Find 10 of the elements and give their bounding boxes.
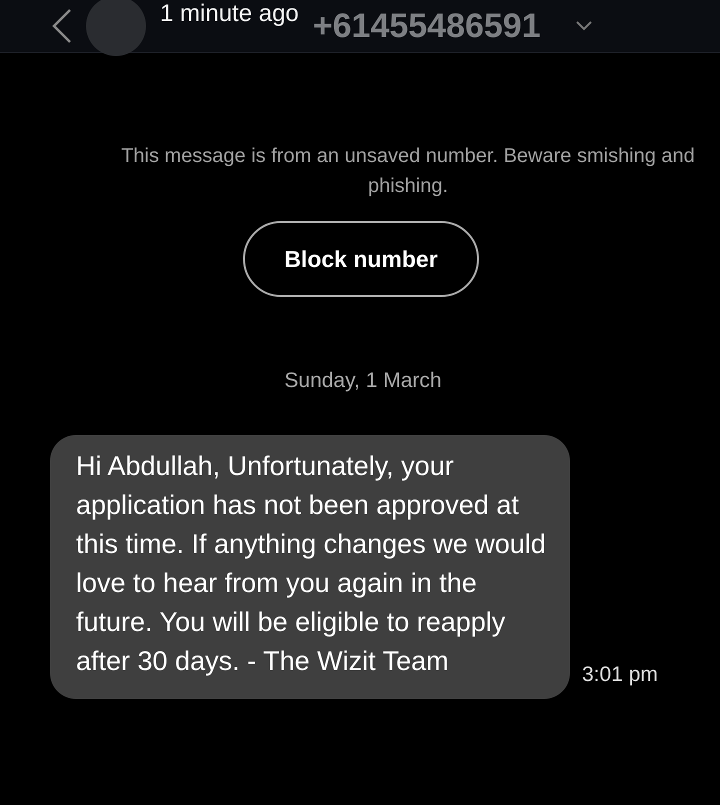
message-bubble: Hi Abdullah, Unfortunately, your application has not been approved at this time. If anything changes we would love to hear from you again in the future. You will be eligible to reapply after 30 days. - The Wizit Team: [50, 435, 570, 699]
contact-avatar: [86, 0, 146, 56]
phone-number: +61455486591: [312, 6, 541, 46]
back-icon[interactable]: [50, 8, 72, 44]
last-seen-time: 1 minute ago: [160, 0, 299, 28]
message-time: 3:01 pm: [582, 663, 658, 687]
chevron-down-icon[interactable]: [574, 20, 593, 32]
block-number-button[interactable]: Block number: [243, 221, 479, 297]
date-separator: Sunday, 1 March: [284, 369, 442, 393]
unsaved-number-warning: This message is from an unsaved number. Beware smishing and phishing.: [120, 144, 696, 199]
